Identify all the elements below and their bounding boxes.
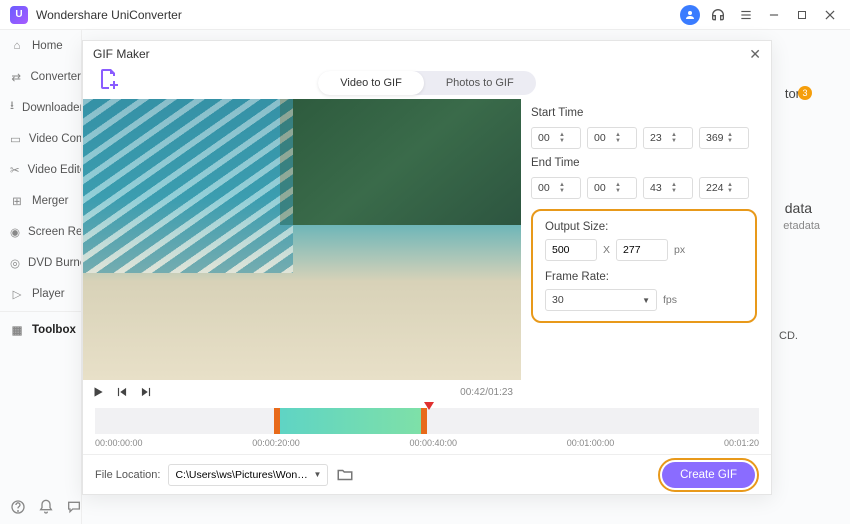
end-ms[interactable]: 224▲▼ [699, 177, 749, 199]
output-height-input[interactable] [616, 239, 668, 261]
record-icon: ◉ [10, 225, 20, 239]
playback-time: 00:42/01:23 [460, 387, 513, 398]
home-icon: ⌂ [10, 39, 24, 53]
sidebar-item-toolbox[interactable]: ▦Toolbox [0, 314, 81, 345]
file-location-select[interactable]: C:\Users\ws\Pictures\Wonders▼ [168, 464, 328, 486]
add-file-button[interactable] [97, 67, 121, 91]
end-hours[interactable]: 00▲▼ [531, 177, 581, 199]
sidebar-item-editor[interactable]: ✂Video Editor [0, 154, 81, 185]
prev-frame-button[interactable] [115, 385, 129, 399]
bg-meta-sub: etadata [783, 220, 820, 232]
modal-close-button[interactable]: ✕ [749, 46, 761, 63]
video-preview[interactable] [83, 99, 521, 380]
close-button[interactable] [820, 5, 840, 25]
tick: 00:00:40:00 [409, 438, 457, 448]
support-icon[interactable] [708, 5, 728, 25]
sidebar-item-downloader[interactable]: ⭳Downloader [0, 92, 81, 123]
create-gif-button[interactable]: Create GIF [662, 462, 755, 488]
merge-icon: ⊞ [10, 194, 24, 208]
timeline-playhead[interactable] [424, 402, 434, 410]
end-time-label: End Time [531, 157, 757, 169]
modal-title: GIF Maker [93, 47, 150, 61]
gif-maker-modal: GIF Maker ✕ Video to GIF Photos to GIF [82, 40, 772, 495]
tick: 00:01:20 [724, 438, 759, 448]
bg-meta-title: data [785, 200, 812, 216]
scissors-icon: ✂ [10, 163, 20, 177]
sidebar: ⌂Home ⇄Converter ⭳Downloader ▭Video Comp… [0, 30, 82, 524]
next-frame-button[interactable] [139, 385, 153, 399]
sidebar-item-merger[interactable]: ⊞Merger [0, 185, 81, 216]
sidebar-item-compressor[interactable]: ▭Video Compressor [0, 123, 81, 154]
start-hours[interactable]: 00▲▼ [531, 127, 581, 149]
size-sep: X [603, 244, 610, 256]
timeline[interactable]: 00:00:00:00 00:00:20:00 00:00:40:00 00:0… [83, 404, 771, 454]
browse-folder-button[interactable] [336, 466, 354, 484]
user-avatar[interactable] [680, 5, 700, 25]
convert-icon: ⇄ [10, 70, 23, 84]
frame-rate-label: Frame Rate: [545, 271, 743, 283]
sidebar-item-recorder[interactable]: ◉Screen Recorder [0, 216, 81, 247]
timeline-selection[interactable] [274, 408, 427, 434]
app-title: Wondershare UniConverter [36, 8, 182, 22]
start-minutes[interactable]: 00▲▼ [587, 127, 637, 149]
start-ms[interactable]: 369▲▼ [699, 127, 749, 149]
bell-icon[interactable] [38, 499, 54, 515]
output-size-label: Output Size: [545, 221, 743, 233]
sidebar-item-home[interactable]: ⌂Home [0, 30, 81, 61]
tick: 00:00:00:00 [95, 438, 143, 448]
maximize-button[interactable] [792, 5, 812, 25]
tab-photos-to-gif[interactable]: Photos to GIF [424, 71, 536, 95]
end-minutes[interactable]: 00▲▼ [587, 177, 637, 199]
tick: 00:00:20:00 [252, 438, 300, 448]
play-button[interactable] [91, 385, 105, 399]
grid-icon: ▦ [10, 323, 24, 337]
tick: 00:01:00:00 [567, 438, 615, 448]
minimize-button[interactable] [764, 5, 784, 25]
bg-line: CD. [779, 330, 798, 342]
disc-icon: ◎ [10, 256, 20, 270]
menu-icon[interactable] [736, 5, 756, 25]
end-seconds[interactable]: 43▲▼ [643, 177, 693, 199]
play-icon: ▷ [10, 287, 24, 301]
output-width-input[interactable] [545, 239, 597, 261]
output-settings-box: Output Size: X px Frame Rate: 30▼ fps [531, 209, 757, 323]
start-seconds[interactable]: 23▲▼ [643, 127, 693, 149]
app-logo: U [10, 6, 28, 24]
sidebar-item-player[interactable]: ▷Player [0, 278, 81, 309]
download-icon: ⭳ [10, 101, 14, 115]
bg-badge: 3 [798, 86, 812, 100]
sidebar-item-converter[interactable]: ⇄Converter [0, 61, 81, 92]
size-unit: px [674, 244, 685, 256]
help-icon[interactable] [10, 499, 26, 515]
chat-icon[interactable] [66, 499, 82, 515]
start-time-label: Start Time [531, 107, 757, 119]
mode-segment: Video to GIF Photos to GIF [318, 71, 535, 95]
file-location-label: File Location: [95, 469, 160, 481]
compress-icon: ▭ [10, 132, 21, 146]
sidebar-item-dvd[interactable]: ◎DVD Burner [0, 247, 81, 278]
rate-unit: fps [663, 294, 677, 306]
tab-video-to-gif[interactable]: Video to GIF [318, 71, 424, 95]
frame-rate-select[interactable]: 30▼ [545, 289, 657, 311]
